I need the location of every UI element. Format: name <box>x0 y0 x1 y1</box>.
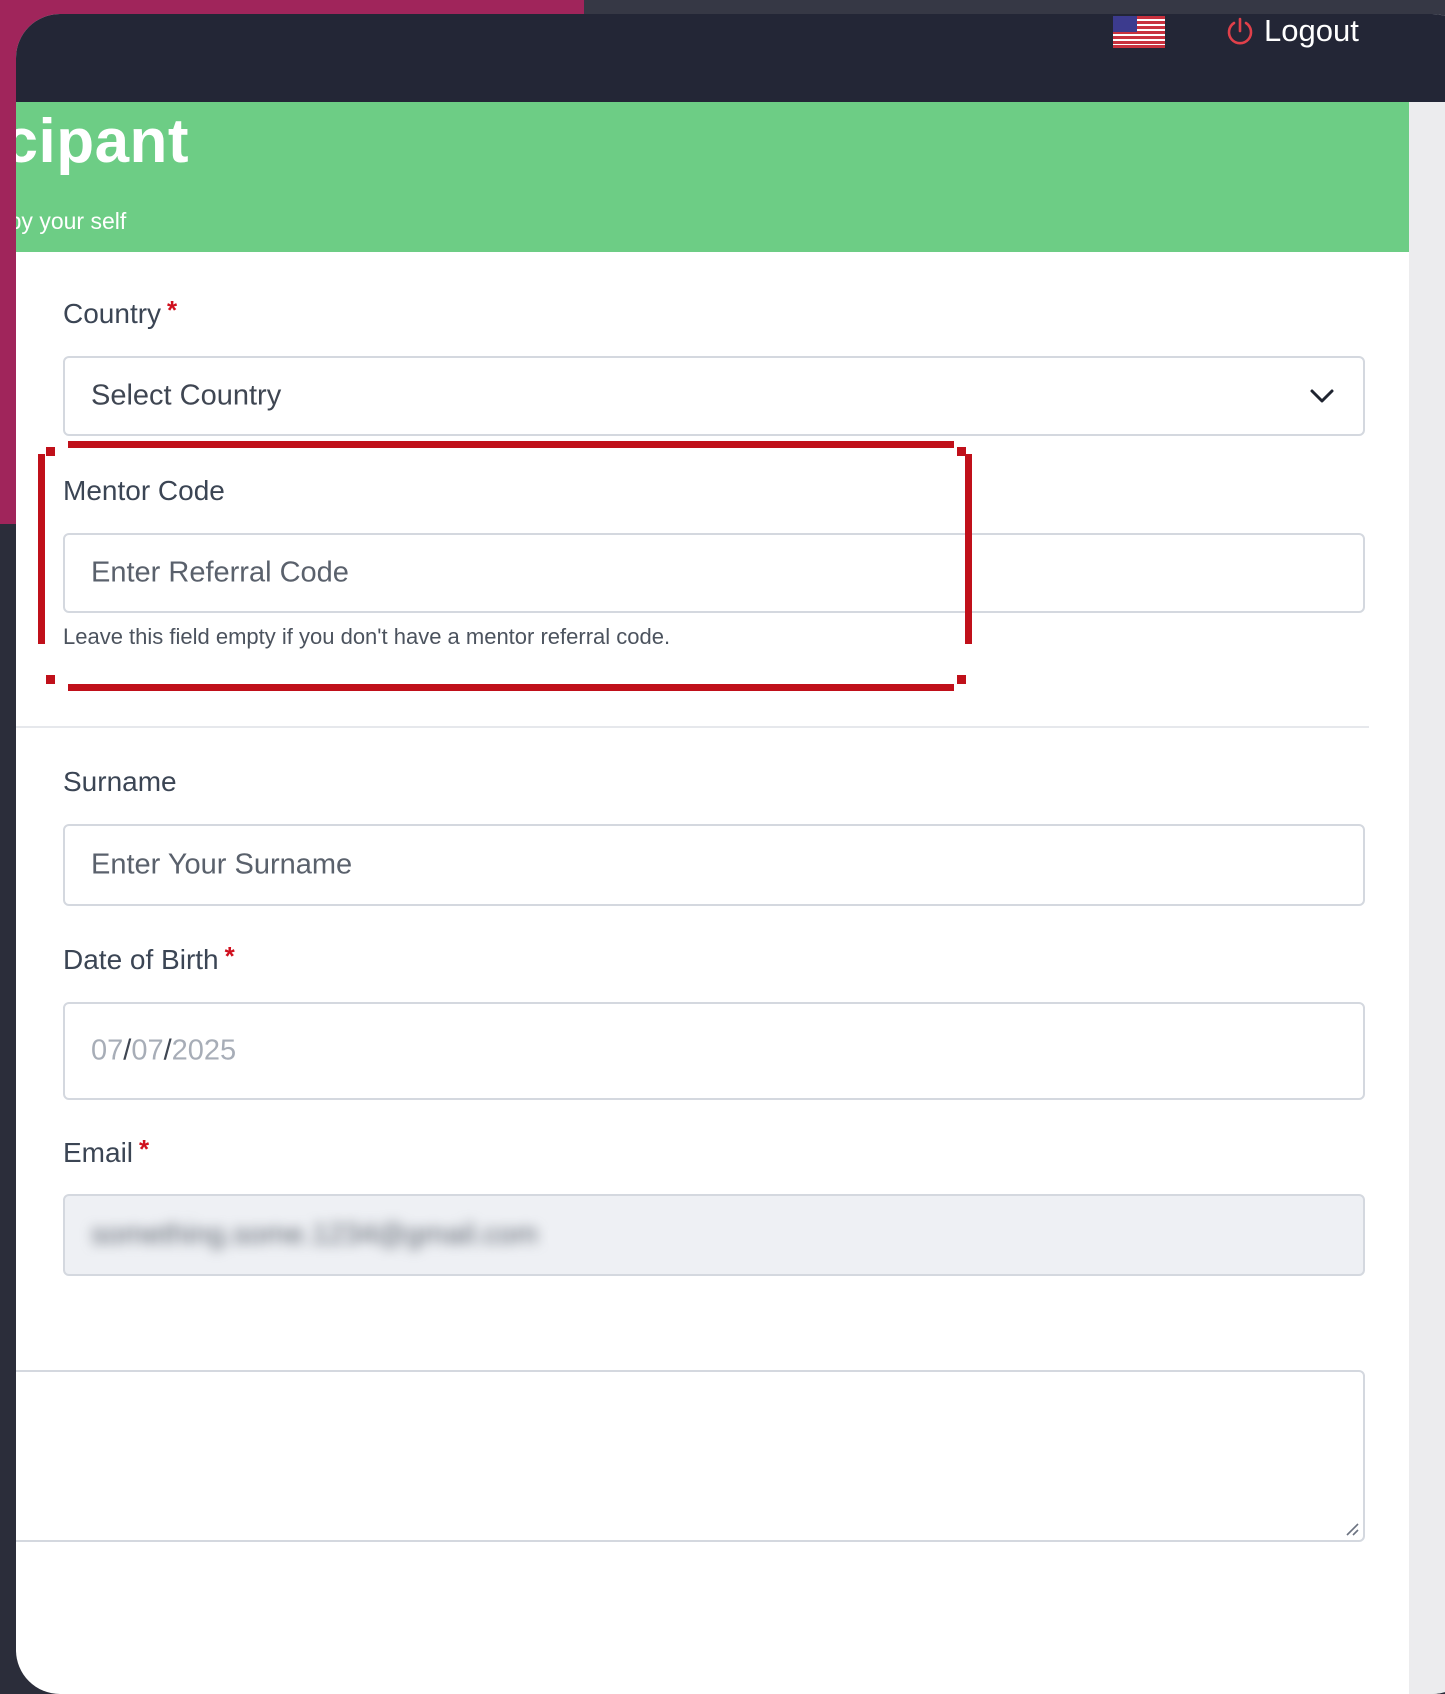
top-navbar: Logout <box>16 14 1445 102</box>
chevron-down-icon <box>1310 389 1334 403</box>
power-icon <box>1227 17 1253 45</box>
email-input[interactable]: something.some.1234@gmail.com <box>63 1194 1365 1276</box>
dob-month[interactable]: 07 <box>91 1035 123 1067</box>
page-subtitle: gister by your self <box>16 208 127 234</box>
dob-value: 07/07/2025 <box>91 1035 236 1068</box>
app-window: Logout rticipant gister by your self Cou… <box>16 14 1445 1694</box>
required-mark: * <box>139 1134 150 1164</box>
resize-handle-icon[interactable] <box>1343 1520 1359 1536</box>
highlight-annotation <box>38 441 972 691</box>
required-mark: * <box>224 941 235 971</box>
scroll-gutter <box>1409 102 1445 1694</box>
surname-input[interactable]: Enter Your Surname <box>63 824 1365 906</box>
surname-label: Surname <box>63 766 177 797</box>
required-mark: * <box>167 295 178 325</box>
page-title: rticipant <box>16 107 190 176</box>
country-select[interactable]: Select Country <box>63 356 1365 436</box>
country-select-value: Select Country <box>91 379 282 412</box>
email-value: something.some.1234@gmail.com <box>91 1218 538 1251</box>
country-label: Country * <box>63 295 178 330</box>
email-label-text: Email <box>63 1137 134 1168</box>
dob-day[interactable]: 07 <box>131 1035 163 1067</box>
email-label: Email * <box>63 1134 150 1169</box>
surname-placeholder: Enter Your Surname <box>91 848 353 881</box>
us-flag-icon[interactable] <box>1113 16 1165 48</box>
page-banner: rticipant gister by your self <box>16 102 1409 252</box>
dob-year[interactable]: 2025 <box>172 1035 237 1067</box>
dob-label-text: Date of Birth <box>63 944 219 975</box>
country-label-text: Country <box>63 298 162 329</box>
logout-label: Logout <box>1264 14 1359 48</box>
dob-input[interactable]: 07/07/2025 <box>63 1002 1365 1100</box>
logout-button[interactable]: Logout <box>1226 14 1359 48</box>
section-divider <box>16 726 1369 728</box>
dob-separator: / <box>163 1034 172 1067</box>
message-textarea[interactable] <box>16 1370 1365 1542</box>
dob-label: Date of Birth * <box>63 941 235 976</box>
